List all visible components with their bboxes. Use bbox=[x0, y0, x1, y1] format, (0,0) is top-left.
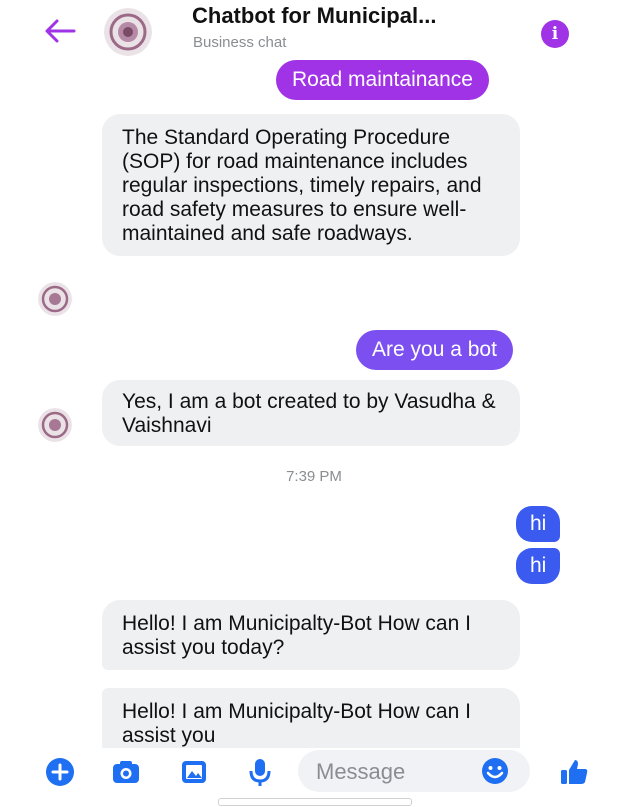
plus-icon[interactable] bbox=[44, 756, 76, 788]
info-icon[interactable]: i bbox=[541, 20, 569, 48]
outgoing-message[interactable]: Road maintainance bbox=[276, 60, 489, 100]
message-list[interactable]: Road maintainance The Standard Operating… bbox=[0, 58, 628, 748]
outgoing-message[interactable]: hi bbox=[516, 548, 561, 584]
bot-avatar bbox=[38, 408, 72, 442]
outgoing-message[interactable]: Are you a bot bbox=[356, 330, 513, 370]
gallery-icon[interactable] bbox=[178, 756, 210, 788]
chatbot-avatar[interactable] bbox=[104, 8, 152, 56]
incoming-message[interactable]: The Standard Operating Procedure (SOP) f… bbox=[102, 114, 520, 256]
incoming-message[interactable]: Yes, I am a bot created to by Vasudha & … bbox=[102, 380, 520, 446]
message-input[interactable]: Message bbox=[298, 750, 530, 792]
message-composer: Message bbox=[0, 748, 628, 796]
chat-header: Chatbot for Municipal... Business chat i bbox=[0, 0, 628, 58]
back-arrow-icon[interactable] bbox=[42, 16, 76, 46]
microphone-icon[interactable] bbox=[244, 756, 276, 788]
camera-icon[interactable] bbox=[110, 756, 142, 788]
emoji-icon[interactable] bbox=[480, 756, 510, 786]
incoming-message[interactable]: Hello! I am Municipalty-Bot How can I as… bbox=[102, 688, 520, 748]
message-placeholder: Message bbox=[316, 759, 406, 784]
thumbs-up-icon[interactable] bbox=[558, 756, 590, 788]
outgoing-message[interactable]: hi bbox=[516, 506, 561, 542]
message-timestamp: 7:39 PM bbox=[286, 468, 342, 485]
home-indicator bbox=[218, 798, 412, 806]
bot-avatar bbox=[38, 282, 72, 316]
chat-title[interactable]: Chatbot for Municipal... bbox=[192, 3, 436, 29]
incoming-message[interactable]: Hello! I am Municipalty-Bot How can I as… bbox=[102, 600, 520, 670]
chat-subtitle: Business chat bbox=[193, 34, 287, 51]
